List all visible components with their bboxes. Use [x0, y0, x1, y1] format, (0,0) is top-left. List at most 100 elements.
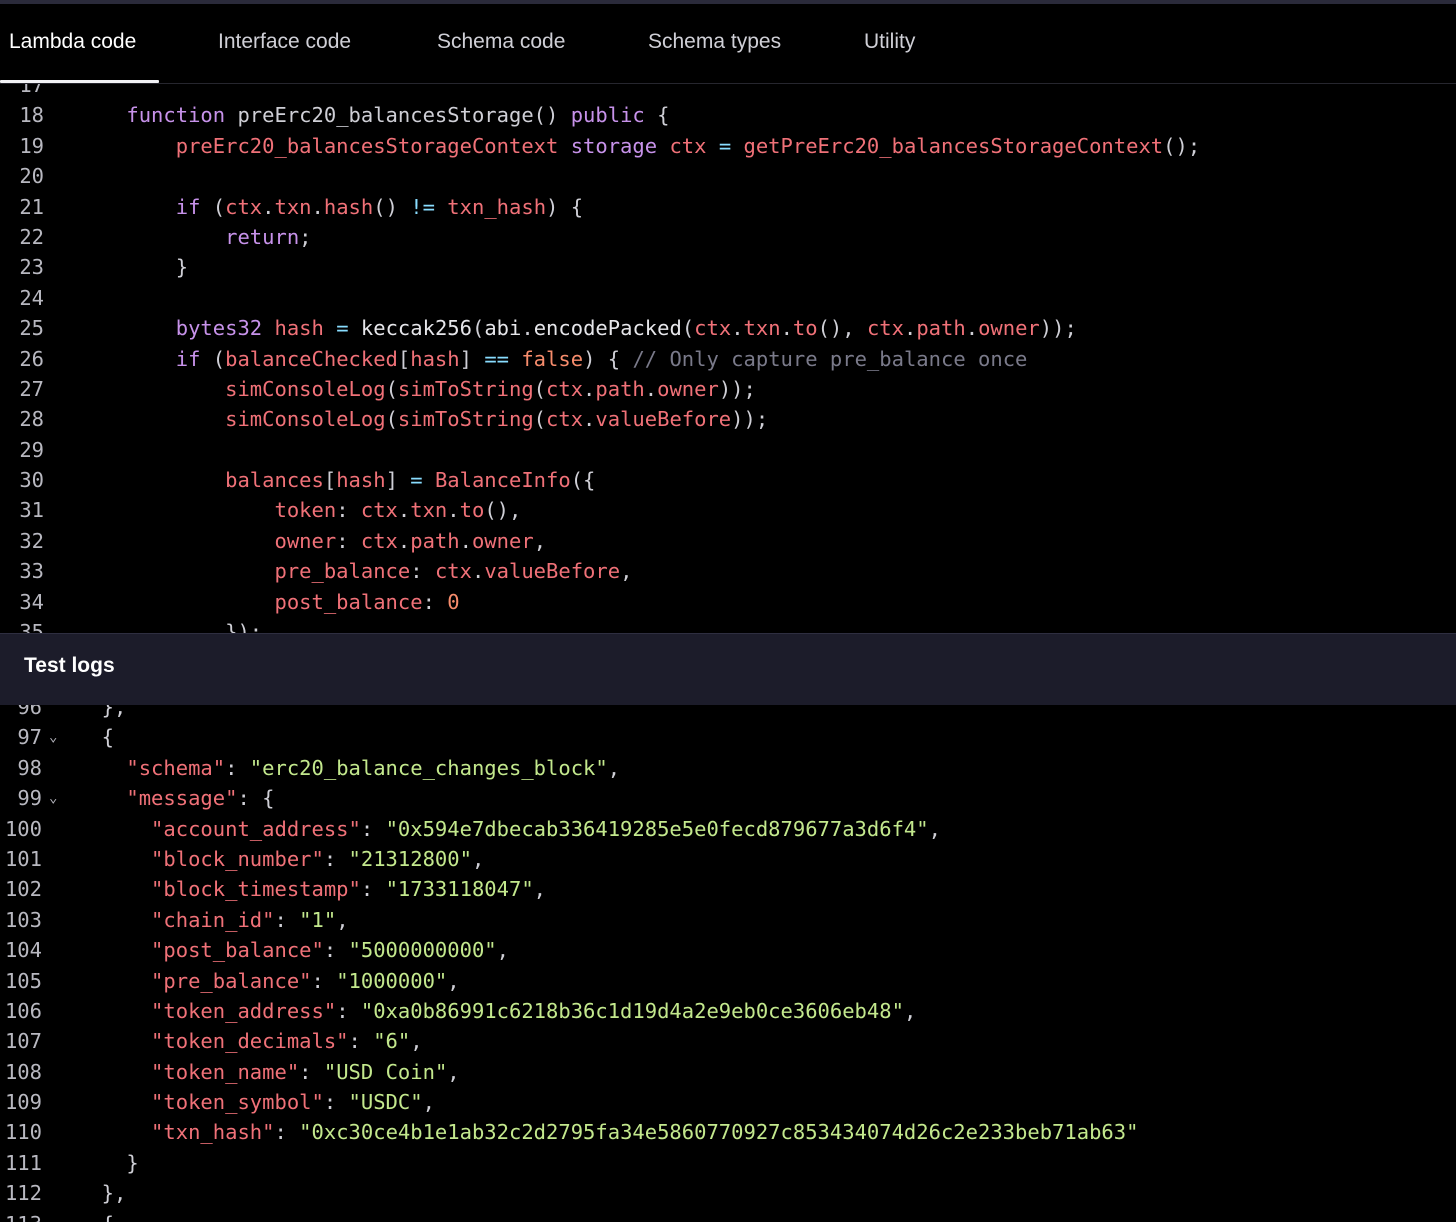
- code-token: pre_balance: [77, 559, 411, 584]
- test-logs-title: Test logs: [24, 654, 115, 677]
- line-number: 26: [19, 346, 44, 371]
- code-token: .: [521, 316, 534, 341]
- code-token: }: [77, 1150, 139, 1175]
- code-token: "token_decimals": [77, 1029, 349, 1054]
- code-token: "chain_id": [77, 907, 275, 932]
- code-token: :: [348, 1029, 374, 1054]
- tab-schema-code[interactable]: Schema code: [437, 4, 565, 83]
- code-token: {: [644, 103, 670, 128]
- line-number: 22: [19, 224, 44, 249]
- test-logs-viewer[interactable]: 96 }, 97 ⌄ {98 "schema": "erc20_balance_ch…: [0, 705, 1456, 1222]
- code-token: :: [336, 498, 361, 523]
- code-token: "1733118047": [385, 877, 534, 902]
- code-token: storage: [570, 133, 670, 158]
- line-content: "chain_id": "1",: [77, 905, 349, 935]
- code-token: ));: [731, 407, 769, 432]
- line-number: 17: [19, 84, 44, 97]
- code-token: valueBefore: [484, 559, 621, 584]
- code-token: {: [77, 725, 115, 750]
- line-number: 98: [17, 755, 42, 780]
- code-token: .: [583, 407, 596, 432]
- code-token: txn: [274, 194, 312, 219]
- code-token: owner: [77, 528, 337, 553]
- code-token: "USDC": [348, 1090, 423, 1115]
- line-content: pre_balance: ctx.valueBefore,: [77, 556, 632, 586]
- code-token: :: [323, 846, 349, 871]
- code-token: .: [583, 376, 596, 401]
- code-token: "1": [299, 907, 337, 932]
- line-content: {: [77, 1209, 114, 1222]
- line-content: post_balance: 0: [77, 587, 459, 617]
- code-token: ,: [496, 938, 509, 963]
- code-token: ,: [533, 528, 547, 553]
- line-content: }: [77, 1148, 139, 1178]
- code-token: "schema": [77, 755, 226, 780]
- code-token: .: [904, 316, 917, 341]
- tab-schema-types[interactable]: Schema types: [648, 4, 781, 83]
- line-number: 103: [4, 907, 42, 932]
- code-token: });: [77, 620, 263, 633]
- code-token: (: [385, 376, 398, 401]
- code-token: simToString: [397, 407, 534, 432]
- code-token: ,: [620, 559, 633, 584]
- line-content: "token_address": "0xa0b86991c6218b36c1d1…: [77, 996, 916, 1026]
- line-number: 32: [19, 528, 44, 553]
- code-token: [: [397, 346, 411, 371]
- code-token: ,: [447, 1059, 460, 1084]
- code-token: (: [533, 376, 547, 401]
- code-token: .: [471, 559, 485, 584]
- code-token: balanceChecked: [225, 346, 398, 371]
- line-content: "post_balance": "5000000000",: [77, 935, 509, 965]
- line-content: "schema": "erc20_balance_changes_block",: [77, 753, 620, 783]
- code-token: ]: [459, 346, 485, 371]
- code-token: keccak256: [360, 316, 472, 341]
- chevron-down-icon[interactable]: ⌄: [49, 783, 57, 813]
- code-token: hash: [274, 316, 337, 341]
- code-token: txn: [743, 316, 781, 341]
- code-token: }: [77, 255, 189, 280]
- code-token: hash: [323, 194, 374, 219]
- line-content: },: [77, 1178, 127, 1208]
- code-token: ctx: [360, 498, 398, 523]
- code-token: function: [77, 103, 238, 128]
- code-token: "txn_hash": [77, 1120, 275, 1145]
- line-content: }: [77, 252, 188, 282]
- code-token: "USD Coin": [323, 1059, 448, 1084]
- line-number: 108: [4, 1059, 42, 1084]
- code-token: .: [731, 316, 744, 341]
- active-tab-indicator: [0, 80, 159, 83]
- chevron-down-icon[interactable]: ⌄: [49, 722, 57, 752]
- line-content: "block_timestamp": "1733118047",: [77, 874, 546, 904]
- code-token: encodePacked: [533, 316, 682, 341]
- code-token: {: [77, 1212, 114, 1222]
- code-token: },: [77, 705, 127, 719]
- code-token: simConsoleLog: [77, 376, 386, 401]
- line-content: "txn_hash": "0xc30ce4b1e1ab32c2d2795fa34…: [77, 1117, 1138, 1147]
- code-token: ctx: [546, 407, 584, 432]
- code-token: abi: [484, 316, 522, 341]
- code-token: valueBefore: [595, 407, 732, 432]
- code-editor[interactable]: 17 18 function preErc20_balancesStorage()…: [0, 84, 1456, 633]
- tab-utility[interactable]: Utility: [864, 4, 915, 83]
- code-token: :: [336, 998, 361, 1023]
- code-token: ,: [422, 1090, 435, 1115]
- code-token: ,: [447, 968, 460, 993]
- code-token: "erc20_balance_changes_block": [249, 755, 608, 780]
- code-token: [: [323, 468, 337, 493]
- code-token: ,: [336, 907, 349, 932]
- code-token: :: [360, 877, 386, 902]
- code-token: : {: [237, 786, 275, 811]
- code-token: path: [595, 376, 645, 401]
- tab-lambda-code[interactable]: Lambda code: [9, 4, 136, 83]
- code-token: },: [77, 1181, 127, 1206]
- tab-interface-code[interactable]: Interface code: [218, 4, 351, 83]
- line-number: 30: [19, 468, 44, 493]
- line-number: 23: [19, 255, 44, 280]
- test-logs-header[interactable]: Test logs: [0, 633, 1456, 705]
- line-content: "token_name": "USD Coin",: [77, 1057, 460, 1087]
- line-number: 102: [4, 877, 42, 902]
- line-number: 111: [4, 1150, 42, 1175]
- code-token: .: [780, 316, 793, 341]
- code-token: :: [311, 968, 337, 993]
- code-token: "6": [373, 1029, 411, 1054]
